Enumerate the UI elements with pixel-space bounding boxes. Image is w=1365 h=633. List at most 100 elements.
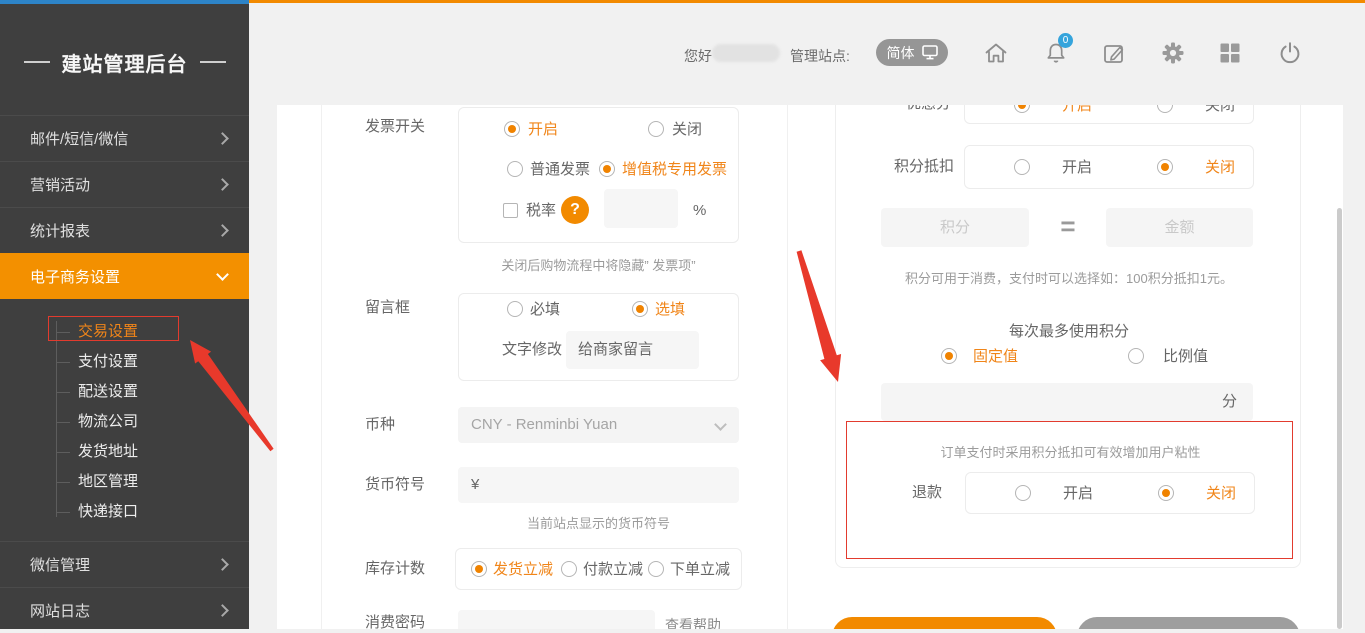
- currency-symbol-hint: 当前站点显示的货币符号: [458, 513, 739, 532]
- sidebar-item-label: 微信管理: [30, 554, 218, 575]
- logo-dash-right: [200, 61, 226, 63]
- app-title: 建站管理后台: [62, 48, 188, 77]
- points-on-radio[interactable]: [1014, 159, 1030, 175]
- refund-options-box: 开启 关闭: [965, 472, 1255, 514]
- points-deduct-label: 积分抵扣: [894, 159, 954, 175]
- cancel-button[interactable]: [1077, 617, 1300, 629]
- invoice-normal-label[interactable]: 普通发票: [530, 161, 590, 179]
- submenu-item-payment-settings[interactable]: 支付设置: [56, 347, 246, 377]
- invoice-normal-radio[interactable]: [507, 161, 523, 177]
- sidebar-item-label: 统计报表: [30, 220, 218, 241]
- submenu-item-logistics-company[interactable]: 物流公司: [56, 407, 246, 437]
- chevron-down-icon: [216, 268, 229, 281]
- chevron-right-icon: [216, 604, 229, 617]
- submenu-label: 支付设置: [78, 353, 138, 370]
- points-usage-hint: 积分可用于消费，支付时可以选择如：100积分抵扣1元。: [836, 268, 1302, 287]
- bonus-points-box: 开启 关闭: [964, 105, 1254, 124]
- notification-badge: 0: [1058, 33, 1073, 48]
- points-deduct-box: 开启 关闭: [964, 145, 1254, 189]
- percent-sign: %: [693, 202, 706, 220]
- stock-ship-label[interactable]: 发货立减: [493, 561, 553, 579]
- message-edit-label: 文字修改: [502, 341, 562, 359]
- tax-rate-checkbox[interactable]: [503, 203, 518, 218]
- submenu-item-delivery-settings[interactable]: 配送设置: [56, 377, 246, 407]
- chevron-right-icon: [216, 132, 229, 145]
- max-points-input[interactable]: 分: [881, 383, 1253, 421]
- currency-label: 币种: [365, 417, 395, 433]
- submenu-label: 地区管理: [78, 473, 138, 490]
- submenu-item-shipping-address[interactable]: 发货地址: [56, 437, 246, 467]
- submenu-item-express-interface[interactable]: 快递接口: [56, 497, 246, 527]
- stock-count-label: 库存计数: [365, 561, 425, 577]
- stock-pay-radio[interactable]: [561, 561, 577, 577]
- invoice-switch-label: 发票开关: [365, 119, 425, 135]
- stock-ship-radio[interactable]: [471, 561, 487, 577]
- sidebar-item-mail-sms-wechat[interactable]: 邮件/短信/微信: [0, 115, 249, 161]
- points-off-label[interactable]: 关闭: [1205, 159, 1235, 177]
- stock-order-radio[interactable]: [648, 561, 664, 577]
- edit-icon[interactable]: [1101, 40, 1127, 66]
- bonus-on-radio[interactable]: [1014, 105, 1030, 113]
- message-required-radio[interactable]: [507, 301, 523, 317]
- invoice-vat-label[interactable]: 增值税专用发票: [622, 161, 727, 179]
- bonus-off-radio[interactable]: [1157, 105, 1173, 113]
- sidebar-item-statistics[interactable]: 统计报表: [0, 207, 249, 253]
- gear-icon[interactable]: [1160, 40, 1186, 66]
- points-on-label[interactable]: 开启: [1062, 159, 1092, 177]
- bonus-off-label[interactable]: 关闭: [1205, 105, 1235, 115]
- save-button[interactable]: [832, 617, 1057, 629]
- message-text-input[interactable]: 给商家留言: [566, 331, 699, 369]
- invoice-off-radio[interactable]: [648, 121, 664, 137]
- chevron-right-icon: [216, 224, 229, 237]
- bell-icon[interactable]: 0: [1043, 40, 1069, 66]
- sidebar-item-marketing[interactable]: 营销活动: [0, 161, 249, 207]
- home-icon[interactable]: [983, 40, 1009, 66]
- fixed-value-radio[interactable]: [941, 348, 957, 364]
- refund-on-label[interactable]: 开启: [1063, 485, 1093, 503]
- stock-pay-label[interactable]: 付款立减: [583, 561, 643, 579]
- amount-value-box[interactable]: 金额: [1106, 208, 1253, 247]
- message-required-label[interactable]: 必填: [530, 301, 560, 319]
- refund-off-label[interactable]: 关闭: [1206, 485, 1236, 503]
- refund-on-radio[interactable]: [1015, 485, 1031, 501]
- message-optional-radio[interactable]: [632, 301, 648, 317]
- invoice-on-radio[interactable]: [504, 121, 520, 137]
- points-off-radio[interactable]: [1157, 159, 1173, 175]
- submenu-item-region-management[interactable]: 地区管理: [56, 467, 246, 497]
- currency-symbol-input[interactable]: ¥: [458, 467, 739, 503]
- apps-grid-icon[interactable]: [1217, 40, 1243, 66]
- view-help-link[interactable]: 查看帮助: [665, 615, 721, 629]
- bonus-points-label: 优惠分: [906, 105, 951, 112]
- message-optional-label[interactable]: 选填: [655, 301, 685, 319]
- invoice-on-label[interactable]: 开启: [528, 121, 558, 139]
- fixed-value-label[interactable]: 固定值: [973, 348, 1018, 366]
- sidebar-item-ecommerce-settings[interactable]: 电子商务设置: [0, 253, 249, 299]
- bonus-on-label[interactable]: 开启: [1062, 105, 1092, 115]
- chevron-right-icon: [216, 178, 229, 191]
- points-value-box[interactable]: 积分: [881, 208, 1029, 247]
- ratio-value-label[interactable]: 比例值: [1163, 348, 1208, 366]
- monitor-icon: [922, 45, 938, 60]
- tax-rate-input[interactable]: [604, 189, 678, 228]
- sticky-hint: 订单支付时采用积分抵扣可有效增加用户粘性: [847, 442, 1294, 461]
- power-icon[interactable]: [1277, 40, 1303, 66]
- vertical-scrollbar[interactable]: [1337, 208, 1342, 629]
- main-content-panel: 发票开关 开启 关闭 普通发票 增值税专用发票 税率 ? % 关闭后购物流程中将…: [277, 105, 1343, 629]
- language-site-pill[interactable]: 简体: [876, 39, 948, 66]
- annotation-highlight-box-refund: 订单支付时采用积分抵扣可有效增加用户粘性 退款 开启 关闭: [846, 421, 1293, 559]
- ratio-value-radio[interactable]: [1128, 348, 1144, 364]
- currency-select[interactable]: CNY - Renminbi Yuan: [458, 407, 739, 443]
- consume-password-input[interactable]: [458, 610, 655, 629]
- invoice-off-label[interactable]: 关闭: [672, 121, 702, 139]
- sidebar-item-wechat-management[interactable]: 微信管理: [0, 541, 249, 587]
- invoice-vat-radio[interactable]: [599, 161, 615, 177]
- refund-off-radio[interactable]: [1158, 485, 1174, 501]
- sidebar-item-label: 邮件/短信/微信: [30, 128, 218, 149]
- greeting-text: 您好: [684, 46, 712, 66]
- stock-order-label[interactable]: 下单立减: [670, 561, 730, 579]
- sidebar-item-site-logs[interactable]: 网站日志: [0, 587, 249, 633]
- username-redacted: [712, 44, 780, 62]
- tax-rate-label: 税率: [526, 202, 556, 220]
- help-question-icon[interactable]: ?: [561, 196, 589, 224]
- chevron-down-icon: [714, 418, 727, 431]
